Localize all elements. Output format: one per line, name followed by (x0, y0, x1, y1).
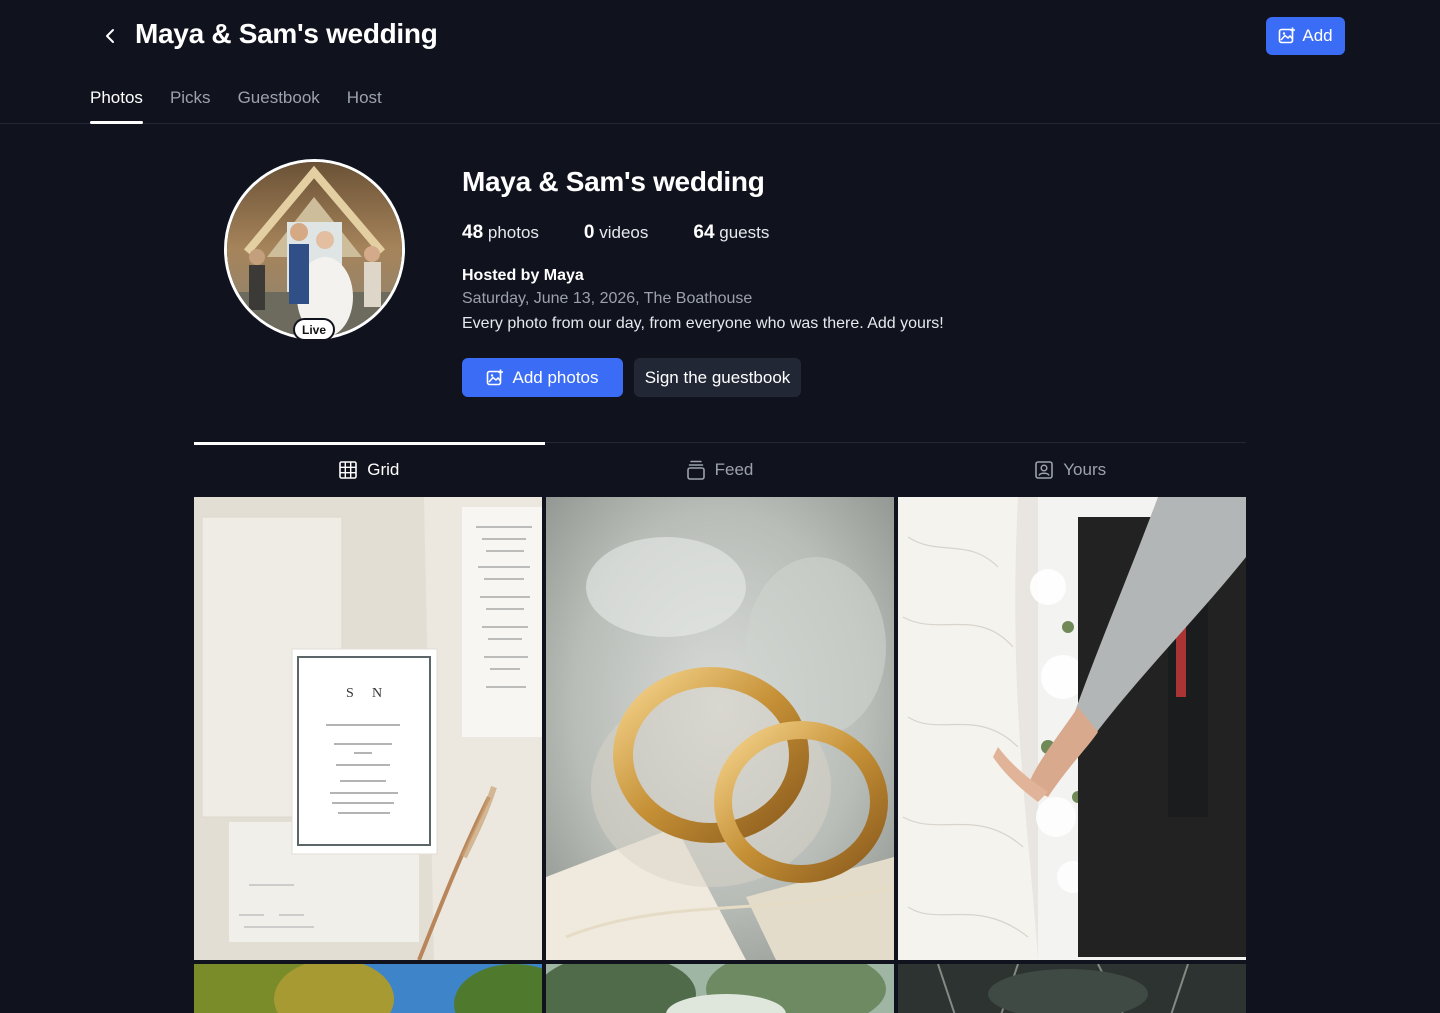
feed-icon (686, 460, 705, 480)
avatar[interactable] (224, 159, 405, 340)
hosted-by: Hosted by Maya (462, 267, 584, 284)
tab-feed[interactable]: Feed (545, 443, 896, 496)
photo-tile-forest[interactable] (898, 964, 1246, 1013)
tab-yours[interactable]: Yours (895, 443, 1246, 496)
event-description: Every photo from our day, from everyone … (462, 315, 944, 332)
event-date-location: Saturday, June 13, 2026, The Boathouse (462, 290, 753, 307)
tab-host[interactable]: Host (347, 80, 382, 124)
tab-grid[interactable]: Grid (194, 442, 545, 496)
photo-tile-invitation[interactable]: S N (194, 497, 542, 960)
page-title: Maya & Sam's wedding (135, 18, 438, 49)
view-tabs: Grid Feed Yours (194, 442, 1246, 496)
tab-picks[interactable]: Picks (170, 80, 211, 124)
grid-icon (339, 460, 358, 479)
tab-photos[interactable]: Photos (90, 80, 143, 124)
image-plus-icon (487, 369, 504, 385)
photos-stat: 48 photos (462, 222, 539, 243)
sign-guestbook-button[interactable]: Sign the guestbook (634, 358, 801, 397)
add-photos-label: Add photos (512, 367, 599, 387)
top-header: Maya & Sam's wedding Add Photos Picks Gu… (0, 0, 1440, 124)
tab-feed-label: Feed (714, 459, 754, 479)
photo-tile-garden[interactable] (546, 964, 894, 1013)
user-square-icon (1035, 460, 1054, 479)
videos-stat: 0 videos (583, 222, 649, 243)
svg-text:S: S (346, 686, 354, 701)
live-badge: Live (293, 318, 335, 341)
tab-yours-label: Yours (1063, 459, 1107, 479)
svg-text:N: N (372, 686, 382, 701)
guests-stat: 64 guests (693, 222, 770, 243)
add-button-label: Add (1302, 26, 1333, 45)
event-title: Maya & Sam's wedding (462, 166, 765, 197)
back-arrow-icon[interactable] (99, 24, 123, 48)
image-plus-icon (1279, 27, 1296, 44)
photo-tile-trees[interactable] (194, 964, 542, 1013)
main-tabs: Photos Picks Guestbook Host (90, 80, 382, 124)
tab-grid-label: Grid (367, 459, 400, 479)
tab-guestbook[interactable]: Guestbook (238, 80, 320, 124)
photo-tile-rings[interactable] (546, 497, 894, 960)
add-button[interactable]: Add (1266, 17, 1345, 55)
add-photos-button[interactable]: Add photos (462, 358, 623, 397)
photo-tile-holding-hands[interactable] (898, 497, 1246, 960)
event-stats: 48 photos 0 videos 64 guests (462, 222, 769, 244)
